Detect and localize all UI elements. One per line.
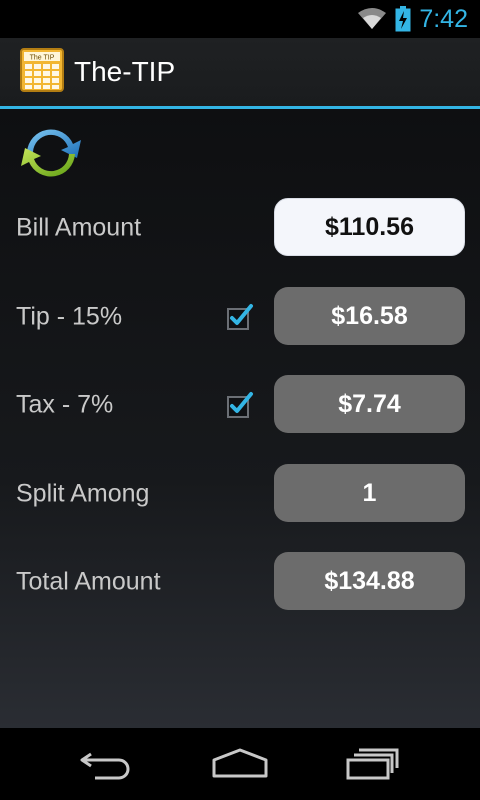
status-bar: 7:42 [0, 0, 480, 38]
split-among-field[interactable]: 1 [274, 464, 465, 522]
split-row: Split Among 1 [0, 464, 480, 524]
tax-label: Tax - 7% [16, 390, 114, 419]
recent-apps-icon [346, 748, 399, 780]
recent-apps-button[interactable] [333, 739, 413, 789]
tip-amount-field: $16.58 [274, 287, 465, 345]
refresh-icon [21, 129, 81, 177]
wifi-icon [357, 7, 387, 31]
action-bar: The TIP The-TIP [0, 38, 480, 106]
bill-amount-input[interactable]: $110.56 [274, 198, 465, 256]
tip-row: Tip - 15% $16.58 [0, 287, 480, 347]
back-icon [80, 752, 130, 780]
refresh-button[interactable] [15, 122, 87, 184]
home-button[interactable] [200, 739, 280, 789]
total-label: Total Amount [16, 567, 161, 596]
battery-charging-icon [395, 6, 411, 32]
total-amount-field: $134.88 [274, 552, 465, 610]
bill-row: Bill Amount $110.56 [0, 198, 480, 258]
total-row: Total Amount $134.88 [0, 552, 480, 612]
tax-amount-field: $7.74 [274, 375, 465, 433]
screen: 7:42 The TIP The-TIP Bill Amount $110.56… [0, 0, 480, 800]
svg-text:The TIP: The TIP [30, 54, 55, 61]
navigation-bar [0, 728, 480, 800]
main-content: Bill Amount $110.56 Tip - 15% $16.58 Tax… [0, 109, 480, 728]
split-label: Split Among [16, 479, 150, 508]
home-icon [212, 748, 268, 778]
back-button[interactable] [67, 739, 147, 789]
tax-row: Tax - 7% $7.74 [0, 375, 480, 435]
bill-label: Bill Amount [16, 213, 142, 242]
status-clock: 7:42 [419, 4, 468, 33]
tip-label: Tip - 15% [16, 302, 123, 331]
calculator-icon[interactable]: The TIP [20, 47, 64, 97]
tax-checkbox[interactable] [226, 391, 254, 419]
app-title: The-TIP [74, 56, 176, 87]
tip-checkbox[interactable] [226, 303, 254, 331]
